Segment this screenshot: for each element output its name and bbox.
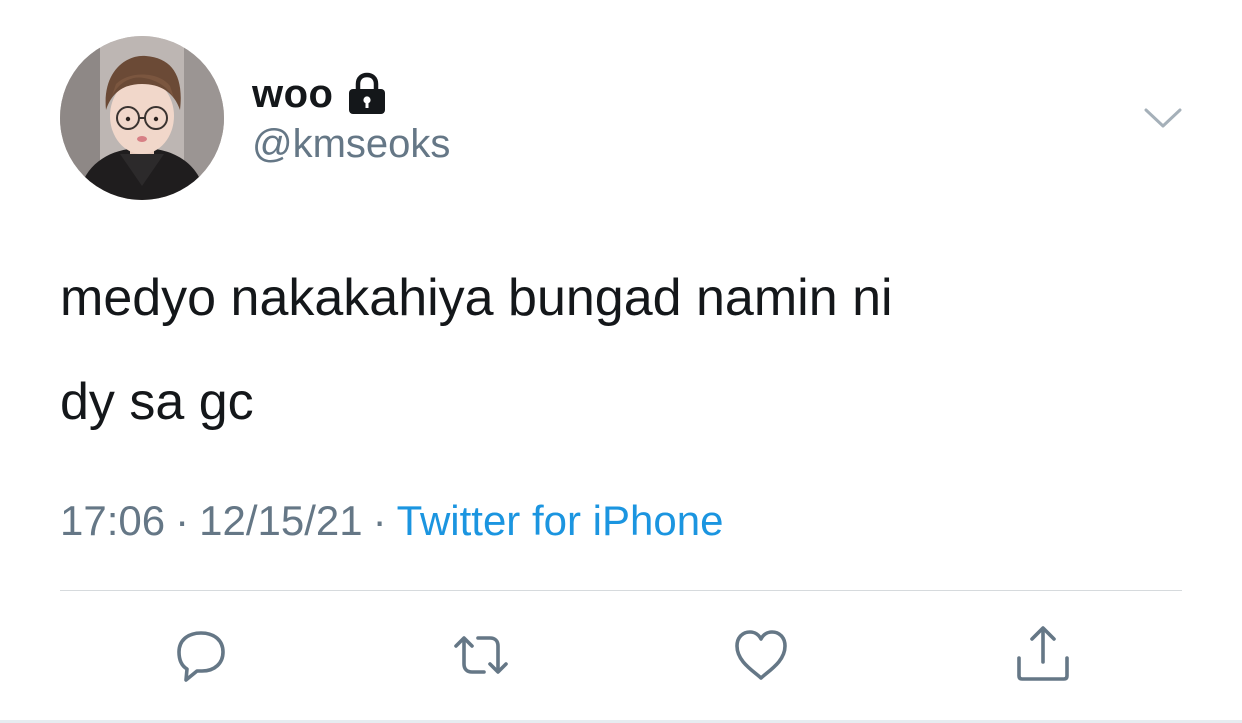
chevron-down-icon[interactable] bbox=[1142, 104, 1184, 132]
tweet-text-line-1: medyo nakakahiya bungad namin ni bbox=[60, 269, 893, 327]
heart-icon bbox=[730, 624, 792, 686]
name-row: woo bbox=[252, 66, 387, 122]
reply-bubble-icon bbox=[170, 624, 232, 686]
avatar[interactable] bbox=[60, 36, 224, 200]
tweet-text-line-2: dy sa gc bbox=[60, 373, 254, 431]
avatar-image bbox=[60, 36, 224, 200]
share-upload-icon bbox=[1012, 624, 1074, 686]
user-handle[interactable]: @kmseoks bbox=[252, 122, 450, 167]
display-name[interactable]: woo bbox=[252, 72, 333, 117]
tweet-date[interactable]: 12/15/21 bbox=[199, 497, 363, 544]
retweet-icon bbox=[450, 624, 512, 686]
lock-icon bbox=[347, 72, 387, 116]
meta-separator: · bbox=[175, 497, 190, 544]
meta-separator: · bbox=[372, 497, 387, 544]
tweet-text: medyo nakakahiya bungad namin ni dy sa g… bbox=[60, 246, 1180, 454]
share-button[interactable] bbox=[1012, 624, 1074, 686]
tweet-time[interactable]: 17:06 bbox=[60, 497, 165, 544]
divider bbox=[60, 590, 1182, 591]
tweet-card: woo @kmseoks medyo nakakahiya bungad nam… bbox=[0, 0, 1242, 723]
tweet-source-link[interactable]: Twitter for iPhone bbox=[397, 497, 724, 544]
tweet-meta: 17:06 · 12/15/21 · Twitter for iPhone bbox=[60, 497, 723, 545]
reply-button[interactable] bbox=[170, 624, 232, 686]
retweet-button[interactable] bbox=[450, 624, 512, 686]
like-button[interactable] bbox=[730, 624, 792, 686]
